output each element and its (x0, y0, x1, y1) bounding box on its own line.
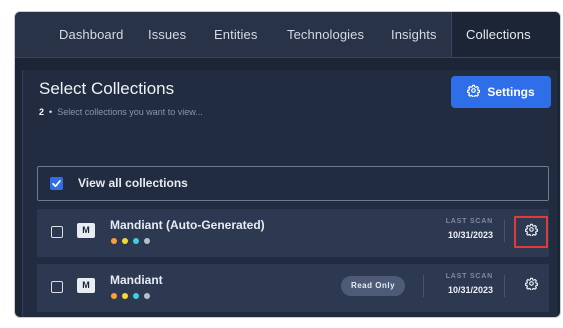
collection-name: Mandiant (Auto-Generated) (110, 218, 265, 232)
nav-insights[interactable]: Insights (391, 12, 437, 57)
status-dot (122, 238, 128, 244)
collection-checkbox[interactable] (51, 226, 63, 238)
view-all-label: View all collections (78, 176, 188, 190)
gear-icon (524, 277, 538, 295)
top-nav: Dashboard Issues Entities Technologies I… (15, 12, 560, 85)
collection-checkbox[interactable] (51, 281, 63, 293)
collection-settings-button[interactable] (514, 216, 548, 248)
status-dot (144, 238, 150, 244)
status-dot (122, 293, 128, 299)
checkmark-icon (52, 180, 61, 188)
app-frame: Dashboard Issues Entities Technologies I… (15, 12, 560, 317)
gear-icon (524, 223, 538, 241)
panel-title: Select Collections (39, 79, 175, 98)
nav-technologies[interactable]: Technologies (287, 12, 364, 57)
collections-panel: Select Collections 2 • Select collection… (22, 70, 557, 317)
panel-subtitle: 2 • Select collections you want to view.… (39, 107, 203, 117)
collection-logo-badge: M (77, 223, 95, 238)
gear-icon (467, 84, 481, 100)
last-scan-label: LAST SCAN (445, 273, 493, 280)
divider (423, 275, 424, 297)
last-scan-label: LAST SCAN (445, 218, 493, 225)
read-only-badge: Read Only (341, 276, 405, 296)
status-dots (111, 293, 150, 299)
view-all-checkbox[interactable] (50, 177, 63, 190)
collection-settings-button[interactable] (515, 271, 547, 301)
bullet-separator: • (46, 107, 55, 117)
last-scan-date: 10/31/2023 (447, 230, 493, 240)
collection-name: Mandiant (110, 273, 163, 287)
status-dot (111, 238, 117, 244)
subtitle-text: Select collections you want to view... (57, 107, 203, 117)
settings-button-label: Settings (487, 85, 535, 99)
last-scan-date: 10/31/2023 (447, 285, 493, 295)
status-dot (144, 293, 150, 299)
divider (504, 220, 505, 242)
nav-collections[interactable]: Collections (451, 12, 560, 85)
collection-row[interactable]: M Mandiant (Auto-Generated) LAST SCAN 10… (37, 209, 549, 257)
settings-button[interactable]: Settings (451, 76, 551, 108)
status-dot (133, 238, 139, 244)
status-dot (111, 293, 117, 299)
nav-dashboard[interactable]: Dashboard (59, 12, 124, 57)
status-dot (133, 293, 139, 299)
collection-logo-badge: M (77, 278, 95, 293)
divider (504, 275, 505, 297)
selected-count: 2 (39, 107, 45, 117)
nav-entities[interactable]: Entities (214, 12, 257, 57)
collection-row[interactable]: M Mandiant Read Only LAST SCAN 10/31/202… (37, 264, 549, 312)
nav-issues[interactable]: Issues (148, 12, 186, 57)
view-all-collections[interactable]: View all collections (37, 166, 549, 201)
nav-collections-label: Collections (466, 27, 531, 42)
status-dots (111, 238, 150, 244)
